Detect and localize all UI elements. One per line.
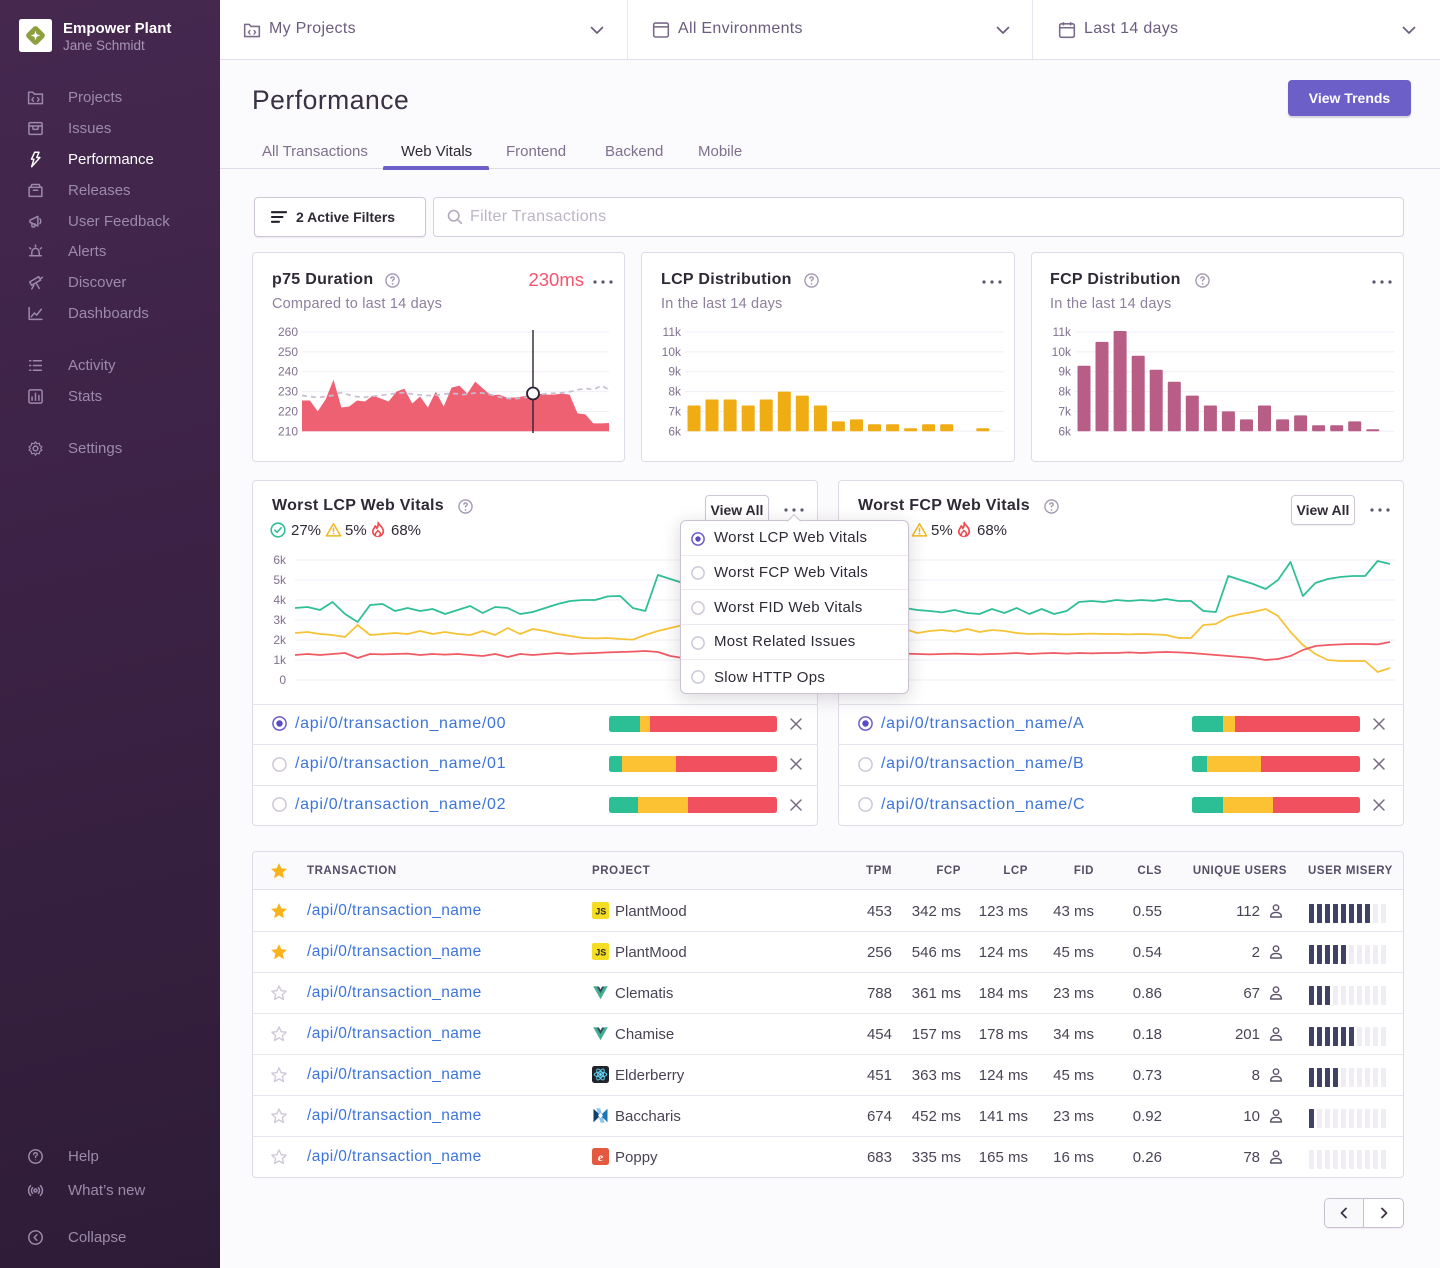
- svg-text:2k: 2k: [273, 633, 287, 647]
- svg-text:11k: 11k: [663, 325, 682, 339]
- svg-text:1k: 1k: [273, 653, 287, 667]
- svg-text:250: 250: [278, 345, 298, 359]
- svg-text:210: 210: [278, 424, 298, 438]
- svg-text:10k: 10k: [1051, 345, 1071, 359]
- svg-text:6k: 6k: [273, 553, 287, 567]
- svg-text:220: 220: [278, 404, 298, 418]
- svg-text:5k: 5k: [273, 573, 287, 587]
- svg-text:e: e: [598, 1150, 604, 1164]
- svg-text:JS: JS: [595, 948, 606, 958]
- svg-text:6k: 6k: [1058, 424, 1072, 438]
- svg-text:JS: JS: [595, 907, 606, 917]
- svg-text:7k: 7k: [669, 404, 683, 418]
- svg-text:230: 230: [278, 385, 298, 399]
- svg-text:7k: 7k: [1058, 404, 1072, 418]
- svg-text:9k: 9k: [669, 365, 683, 379]
- svg-text:9k: 9k: [1058, 365, 1072, 379]
- svg-text:8k: 8k: [669, 385, 683, 399]
- svg-text:8k: 8k: [1058, 385, 1072, 399]
- svg-text:10k: 10k: [662, 345, 682, 359]
- svg-text:4k: 4k: [273, 593, 287, 607]
- svg-text:6k: 6k: [669, 424, 683, 438]
- svg-text:0: 0: [279, 673, 286, 687]
- svg-text:260: 260: [278, 325, 298, 339]
- svg-text:3k: 3k: [273, 613, 287, 627]
- svg-text:11k: 11k: [1052, 325, 1071, 339]
- svg-text:240: 240: [278, 365, 298, 379]
